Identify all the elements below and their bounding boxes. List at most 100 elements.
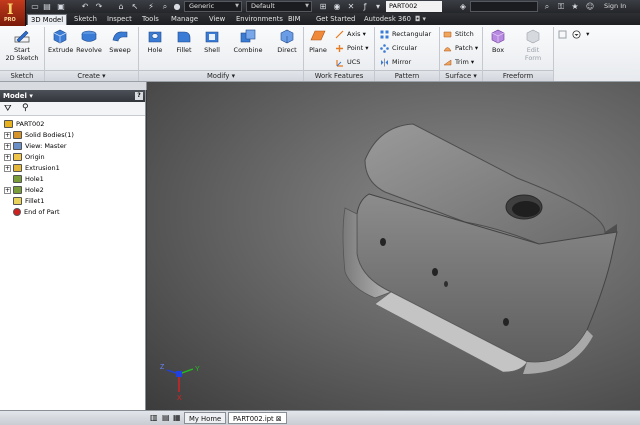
ribbon-minimize-icon[interactable]: ◘ ▾ bbox=[412, 14, 429, 25]
new-file-icon[interactable]: ▭ bbox=[30, 2, 40, 11]
tile-windows-icon[interactable]: ▥ bbox=[150, 413, 158, 422]
my-home-tab[interactable]: My Home bbox=[184, 412, 227, 424]
filter-icon[interactable]: ⛛ bbox=[4, 104, 12, 114]
mirror-button[interactable]: Mirror bbox=[380, 56, 411, 68]
tab-manage[interactable]: Manage bbox=[168, 14, 201, 25]
hole-icon bbox=[13, 175, 22, 183]
fillet-button[interactable]: Fillet bbox=[172, 28, 196, 54]
tree-node[interactable]: + Extrusion1 bbox=[4, 163, 60, 174]
tab-autodesk-360[interactable]: Autodesk 360 bbox=[361, 14, 414, 25]
revolve-button[interactable]: Revolve bbox=[75, 28, 103, 54]
tree-node[interactable]: End of Part bbox=[4, 207, 60, 218]
axis-label: Axis bbox=[347, 30, 361, 38]
qat-customize-icon[interactable]: ▾ bbox=[373, 2, 383, 11]
plane-button[interactable]: Plane bbox=[305, 28, 331, 54]
box-button[interactable]: Box bbox=[486, 28, 510, 54]
redo-icon[interactable]: ↷ bbox=[94, 2, 104, 11]
sign-in-link[interactable]: Sign In bbox=[604, 2, 626, 10]
cascade-windows-icon[interactable]: ▤ bbox=[162, 413, 170, 422]
home-icon[interactable]: ⌂ bbox=[116, 2, 126, 11]
tab-sketch[interactable]: Sketch bbox=[71, 14, 100, 25]
expand-icon[interactable]: + bbox=[4, 153, 11, 161]
tree-node[interactable]: + Hole2 bbox=[4, 185, 44, 196]
freeform-panel-label[interactable]: Freeform bbox=[483, 70, 553, 81]
window-menu-icon[interactable]: ▦ bbox=[173, 413, 181, 422]
edit-form-button[interactable]: Edit Form bbox=[518, 28, 548, 62]
select-icon[interactable]: ↖ bbox=[130, 2, 140, 11]
tab-get-started[interactable]: Get Started bbox=[313, 14, 358, 25]
combine-button[interactable]: Combine bbox=[230, 28, 266, 54]
tab-environments[interactable]: Environments bbox=[233, 14, 286, 25]
color-icon[interactable]: ● bbox=[172, 2, 182, 11]
tree-node[interactable]: + Solid Bodies(1) bbox=[4, 130, 74, 141]
help-icon[interactable]: ? bbox=[135, 92, 143, 100]
expand-icon[interactable]: + bbox=[4, 131, 11, 139]
save-icon[interactable]: ▣ bbox=[56, 2, 66, 11]
tree-node[interactable]: PART002 bbox=[4, 119, 44, 130]
tab-view[interactable]: View bbox=[206, 14, 228, 25]
view-options-button[interactable]: ▾ bbox=[572, 28, 589, 40]
browser-header[interactable]: Model ▾ ? bbox=[0, 90, 145, 102]
modify-panel-label[interactable]: Modify ▾ bbox=[139, 70, 303, 81]
combine-icon bbox=[240, 29, 256, 43]
extrude-icon bbox=[53, 29, 67, 44]
tab-inspect[interactable]: Inspect bbox=[104, 14, 135, 25]
key-icon[interactable]: ⚿ bbox=[556, 2, 566, 11]
rectangular-pattern-button[interactable]: Rectangular bbox=[380, 28, 431, 40]
tab-tools[interactable]: Tools bbox=[139, 14, 162, 25]
tree-node[interactable]: Fillet1 bbox=[4, 196, 44, 207]
start-2d-sketch-button[interactable]: Start 2D Sketch bbox=[3, 28, 41, 62]
create-panel-label[interactable]: Create ▾ bbox=[45, 70, 138, 81]
expand-icon[interactable]: + bbox=[4, 164, 11, 172]
info-icon[interactable]: ◈ bbox=[458, 2, 468, 11]
star-icon[interactable]: ★ bbox=[570, 2, 580, 11]
measure-icon[interactable]: ⊞ bbox=[318, 2, 328, 11]
ucs-button[interactable]: UCS bbox=[335, 56, 360, 68]
axis-button[interactable]: Axis ▾ bbox=[335, 28, 366, 40]
work-features-panel-label[interactable]: Work Features bbox=[304, 70, 374, 81]
clear-icon[interactable]: ✕ bbox=[346, 2, 356, 11]
point-button[interactable]: Point ▾ bbox=[335, 42, 368, 54]
sketch-panel-label[interactable]: Sketch bbox=[0, 70, 44, 81]
appearance-adjust-icon[interactable]: ◉ bbox=[332, 2, 342, 11]
extrude-button[interactable]: Extrude bbox=[48, 28, 73, 54]
tree-node[interactable]: + View: Master bbox=[4, 141, 67, 152]
hole-button[interactable]: Hole bbox=[143, 28, 167, 54]
direct-button[interactable]: Direct bbox=[273, 28, 301, 54]
part-icon bbox=[4, 120, 13, 128]
tree-node-label: PART002 bbox=[16, 120, 45, 128]
sweep-button[interactable]: Sweep bbox=[107, 28, 133, 54]
fillet-icon bbox=[13, 197, 22, 205]
expand-icon[interactable]: + bbox=[4, 142, 11, 150]
application-menu-button[interactable]: I PRO bbox=[0, 0, 26, 26]
open-file-icon[interactable]: ▤ bbox=[42, 2, 52, 11]
stitch-button[interactable]: Stitch bbox=[443, 28, 474, 40]
graphics-viewport[interactable]: X Y Z bbox=[147, 82, 640, 410]
document-tab-part002[interactable]: PART002.ipt ⊠ bbox=[228, 412, 287, 424]
find-icon[interactable]: ⚲ bbox=[22, 103, 29, 113]
material-combo[interactable]: Generic ▼ bbox=[184, 1, 242, 12]
shell-button[interactable]: Shell bbox=[200, 28, 224, 54]
surface-panel-label[interactable]: Surface ▾ bbox=[440, 70, 482, 81]
tree-node[interactable]: + Origin bbox=[4, 152, 45, 163]
update-icon[interactable]: ⚡ bbox=[146, 2, 156, 11]
pattern-panel-label[interactable]: Pattern bbox=[375, 70, 439, 81]
search-icon[interactable]: ⌕ bbox=[542, 2, 552, 11]
expand-icon[interactable]: + bbox=[4, 186, 11, 194]
zoom-icon[interactable]: ⌕ bbox=[160, 2, 170, 11]
user-icon[interactable]: ☺ bbox=[585, 2, 595, 11]
tab-bim[interactable]: BIM bbox=[285, 14, 304, 25]
appearance-combo[interactable]: Default ▼ bbox=[246, 1, 312, 12]
circular-pattern-button[interactable]: Circular bbox=[380, 42, 417, 54]
fx-icon[interactable]: ƒ bbox=[360, 2, 370, 11]
part-model[interactable] bbox=[147, 82, 640, 410]
mirror-icon bbox=[381, 58, 388, 66]
convert-button[interactable] bbox=[558, 28, 570, 40]
tree-node[interactable]: Hole1 bbox=[4, 174, 44, 185]
help-search-input[interactable] bbox=[470, 1, 538, 12]
trim-button[interactable]: Trim ▾ bbox=[443, 56, 474, 68]
close-tab-icon[interactable]: ⊠ bbox=[276, 415, 282, 423]
patch-button[interactable]: Patch ▾ bbox=[443, 42, 478, 54]
undo-icon[interactable]: ↶ bbox=[80, 2, 90, 11]
tab-3d-model[interactable]: 3D Model bbox=[27, 14, 68, 25]
